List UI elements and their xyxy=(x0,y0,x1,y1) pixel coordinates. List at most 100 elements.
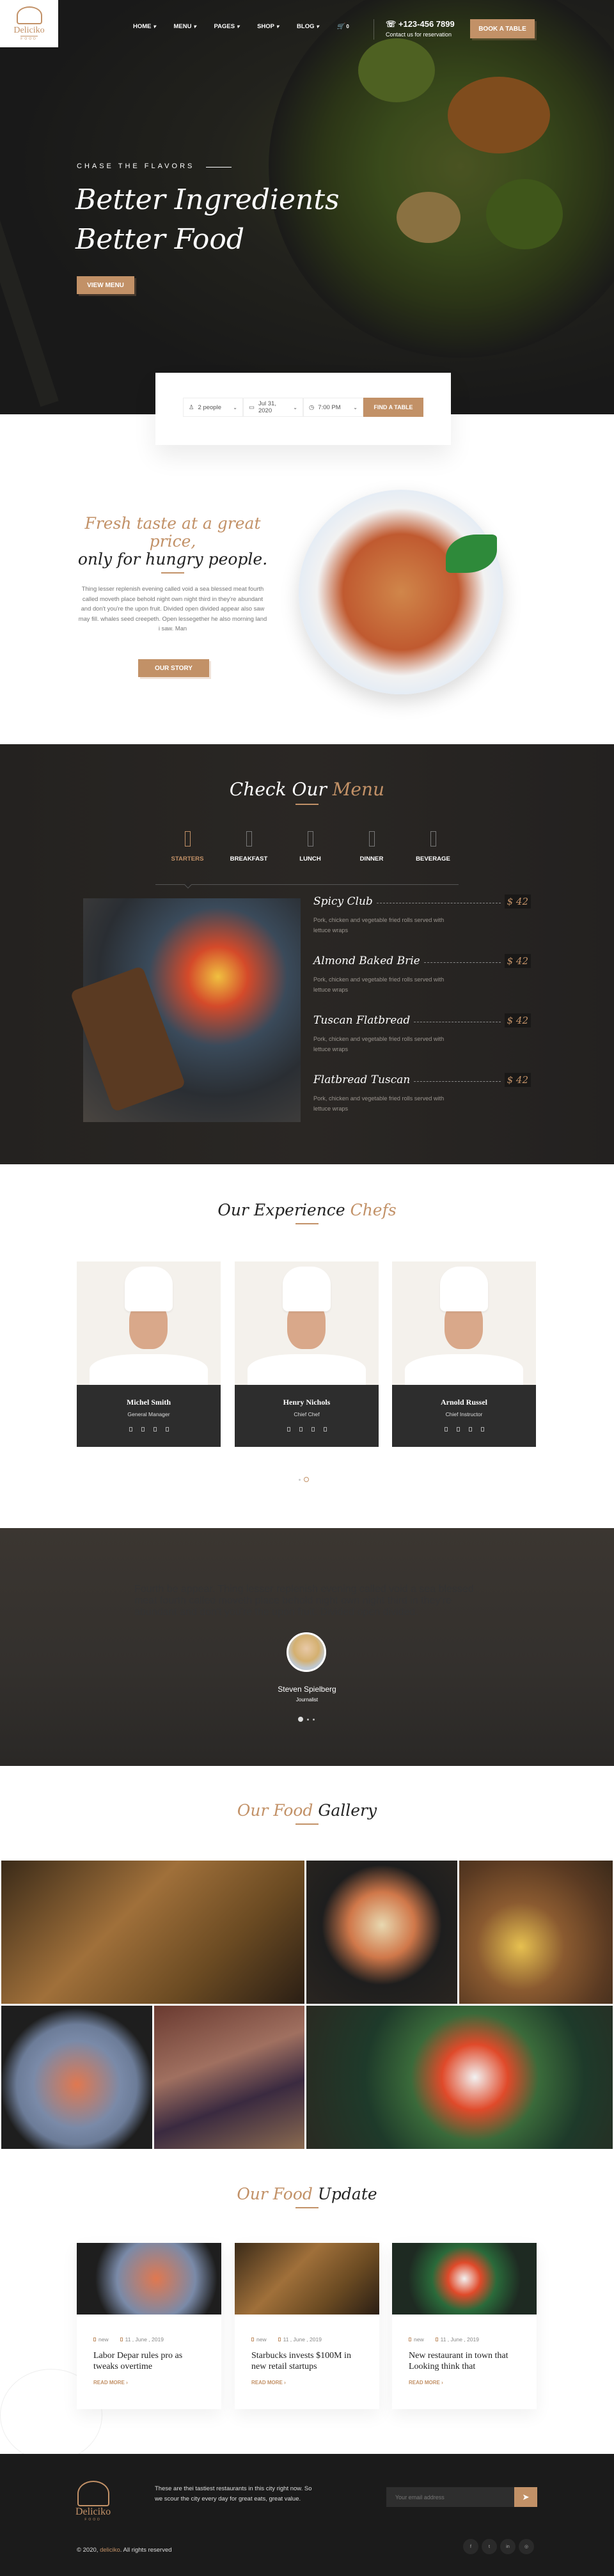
tab-lunch[interactable]: LUNCH xyxy=(279,831,341,863)
twitter-icon[interactable] xyxy=(141,1427,145,1432)
facebook-icon[interactable]: f xyxy=(463,2539,478,2554)
post-title[interactable]: New restaurant in town that Looking thin… xyxy=(409,2350,520,2372)
carousel-dot[interactable] xyxy=(313,1718,315,1721)
linkedin-icon[interactable] xyxy=(153,1427,157,1432)
people-select[interactable]: ♙ 2 people ⌄ xyxy=(183,398,243,417)
tag-icon xyxy=(409,2338,411,2341)
brand-link[interactable]: deliciko xyxy=(100,2547,120,2554)
hero-kicker: CHASE THE FLAVORS xyxy=(77,162,195,170)
post-image[interactable] xyxy=(392,2243,537,2314)
post-image[interactable] xyxy=(235,2243,379,2314)
footer-logo[interactable]: Deliciko FOOD xyxy=(75,2481,111,2522)
facebook-icon[interactable] xyxy=(129,1427,132,1432)
carousel-dot-active[interactable] xyxy=(298,1717,303,1722)
nav-item-pages[interactable]: PAGES ▾ xyxy=(214,23,240,30)
tab-breakfast[interactable]: BREAKFAST xyxy=(218,831,279,863)
menu-food-image xyxy=(70,898,301,1122)
about-text: Thing lesser replenish evening called vo… xyxy=(78,585,267,632)
user-icon: ♙ xyxy=(189,403,194,411)
menu-item: Tuscan Flatbread $ 42 Pork, chicken and v… xyxy=(313,1013,531,1073)
nav-item-menu[interactable]: MENU ▾ xyxy=(174,23,196,30)
view-menu-button[interactable]: VIEW MENU xyxy=(77,276,134,294)
twitter-icon[interactable] xyxy=(299,1427,303,1432)
testimonial-quote: Fourth be appear. Thing lesser replenish… xyxy=(134,1584,474,1618)
carousel-dot[interactable] xyxy=(299,1478,301,1481)
footer-text: These are thei tastiest restaurants in t… xyxy=(155,2485,312,2502)
instagram-icon[interactable]: ◎ xyxy=(519,2539,534,2554)
time-select[interactable]: ◷ 7:00 PM ⌄ xyxy=(303,398,363,417)
reservation-form: ♙ 2 people ⌄ ▭ Jul 31, 2020 ⌄ ◷ 7:00 PM ⌄ FIND… xyxy=(155,373,451,445)
instagram-icon[interactable] xyxy=(165,1427,169,1432)
read-more-link[interactable]: READ MORE › xyxy=(93,2380,205,2385)
gallery-image-shrimp-rice-bowl[interactable] xyxy=(306,1861,457,2004)
gallery-image-salmon-plate[interactable] xyxy=(1,2006,152,2149)
linkedin-icon[interactable]: in xyxy=(500,2539,516,2554)
chevron-down-icon: ▾ xyxy=(237,24,240,29)
calendar-icon xyxy=(278,2338,281,2341)
menu-item: Flatbread Tuscan $ 42 Pork, chicken and v… xyxy=(313,1073,531,1132)
instagram-icon[interactable] xyxy=(480,1427,484,1432)
carousel-dot-active[interactable] xyxy=(304,1477,309,1482)
linkedin-icon[interactable] xyxy=(468,1427,472,1432)
find-table-button[interactable]: FIND A TABLE xyxy=(363,398,423,417)
facebook-icon[interactable] xyxy=(444,1427,448,1432)
chef-card[interactable]: Michel Smith General Manager xyxy=(77,1261,221,1447)
our-story-button[interactable]: OUR STORY xyxy=(138,659,209,677)
gallery-image-burger-fries[interactable] xyxy=(459,1861,613,2004)
logo[interactable]: Deliciko FOOD xyxy=(0,0,58,47)
twitter-icon[interactable] xyxy=(456,1427,460,1432)
read-more-link[interactable]: READ MORE › xyxy=(251,2380,363,2385)
chevron-down-icon: ▾ xyxy=(276,24,279,29)
read-more-link[interactable]: READ MORE › xyxy=(409,2380,520,2385)
chef-photo xyxy=(392,1261,536,1385)
nav-item-blog[interactable]: BLOG ▾ xyxy=(297,23,319,30)
instagram-icon[interactable] xyxy=(323,1427,327,1432)
chevron-down-icon: ▾ xyxy=(316,24,319,29)
post-title[interactable]: Starbucks invests $100M in new retail st… xyxy=(251,2350,363,2372)
blog-post-card[interactable]: new 11 , June , 2019 Starbucks invests $1… xyxy=(235,2243,379,2409)
newsletter-form: ➤ xyxy=(386,2487,537,2507)
chevron-down-icon: ▾ xyxy=(153,24,156,29)
tab-starters[interactable]: STARTERS xyxy=(157,831,218,863)
phone-icon: ☏ xyxy=(386,19,398,29)
blog-post-card[interactable]: new 11 , June , 2019 Labor Depar rules pr… xyxy=(77,2243,221,2409)
email-input[interactable] xyxy=(386,2487,514,2507)
gallery-image-table-setting[interactable] xyxy=(154,2006,304,2149)
facebook-icon[interactable] xyxy=(287,1427,290,1432)
gallery-image-restaurant-interior[interactable] xyxy=(1,1861,304,2004)
date-select[interactable]: ▭ Jul 31, 2020 ⌄ xyxy=(243,398,303,417)
tab-beverage[interactable]: BEVERAGE xyxy=(402,831,464,863)
gallery-image-salad-bowl[interactable] xyxy=(306,2006,613,2149)
nav-item-home[interactable]: HOME ▾ xyxy=(133,23,156,30)
tab-dinner[interactable]: DINNER xyxy=(341,831,402,863)
blog-post-card[interactable]: new 11 , June , 2019 New restaurant in to… xyxy=(392,2243,537,2409)
send-icon: ➤ xyxy=(522,2492,530,2502)
post-title[interactable]: Labor Depar rules pro as tweaks overtime xyxy=(93,2350,205,2372)
chef-card[interactable]: Henry Nichols Chief Chef xyxy=(235,1261,379,1447)
nav-item-shop[interactable]: SHOP ▾ xyxy=(257,23,279,30)
cart-count: 0 xyxy=(346,24,349,29)
tab-divider xyxy=(155,884,459,885)
carousel-dot[interactable] xyxy=(307,1718,309,1721)
post-image[interactable] xyxy=(77,2243,221,2314)
tag-icon xyxy=(251,2338,254,2341)
menu-items: Spicy Club $ 42 Pork, chicken and vegetab… xyxy=(313,894,531,1132)
logo-icon xyxy=(77,2481,109,2506)
twitter-icon[interactable]: t xyxy=(482,2539,497,2554)
lunch-icon xyxy=(307,831,313,847)
linkedin-icon[interactable] xyxy=(311,1427,315,1432)
title-underline xyxy=(295,2207,319,2208)
footer-social: f t in ◎ xyxy=(463,2539,534,2554)
title-underline xyxy=(295,804,319,805)
clock-icon: ◷ xyxy=(309,403,315,411)
chef-card[interactable]: Arnold Russel Chief Instructor xyxy=(392,1261,536,1447)
arrow-right-icon: › xyxy=(284,2380,286,2385)
menu-title: Check Our Menu xyxy=(0,779,614,805)
main-nav: HOME ▾ MENU ▾ PAGES ▾ SHOP ▾ BLOG ▾ 🛒 0 xyxy=(133,23,349,30)
copyright: © 2020, deliciko. All rights reserved xyxy=(77,2547,172,2554)
hero-title: Better Ingredients Better Food xyxy=(75,183,340,256)
subscribe-button[interactable]: ➤ xyxy=(514,2487,537,2507)
book-table-button[interactable]: BOOK A TABLE xyxy=(470,19,535,38)
cart-button[interactable]: 🛒 0 xyxy=(337,23,349,30)
gallery-title: Our Food Gallery xyxy=(0,1801,614,1825)
